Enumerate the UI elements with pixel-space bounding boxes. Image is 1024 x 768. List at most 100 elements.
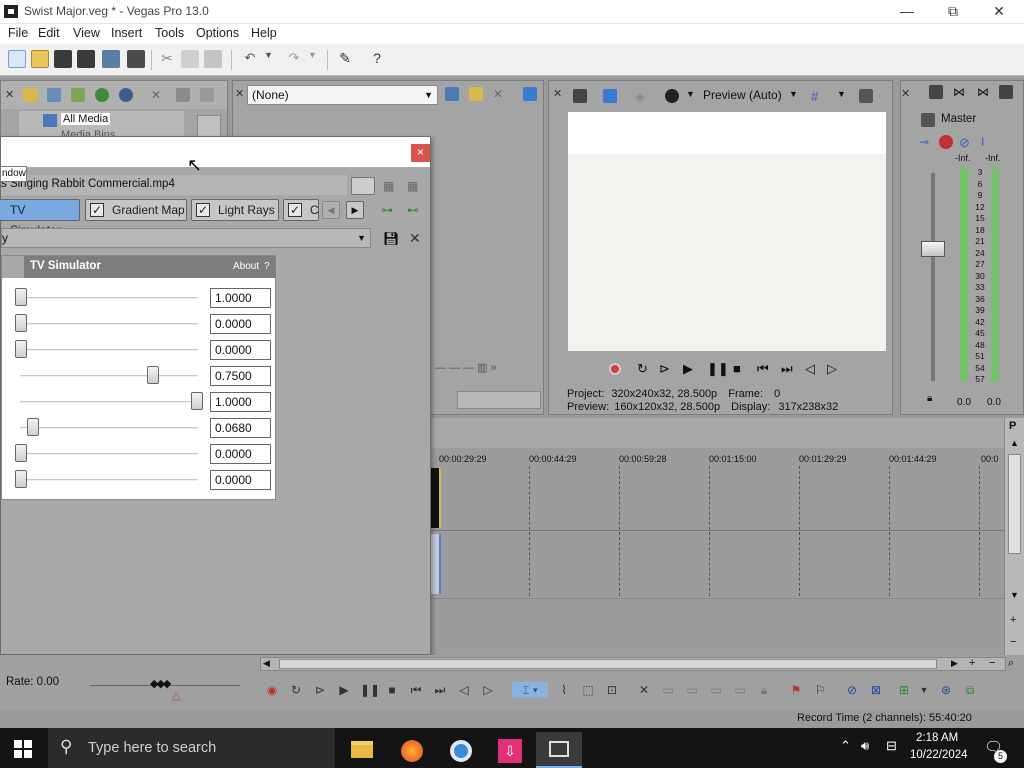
- get-media-icon[interactable]: [71, 88, 85, 102]
- preset-dropdown[interactable]: (None) ▼: [247, 85, 438, 105]
- close-button[interactable]: ✕: [976, 0, 1022, 24]
- menu-file[interactable]: File: [8, 26, 28, 40]
- split-screen-icon[interactable]: ◈: [635, 89, 649, 104]
- save-as-icon[interactable]: [77, 50, 95, 68]
- slider-track[interactable]: [20, 427, 198, 429]
- search-transition-icon[interactable]: [445, 87, 459, 101]
- downmix-icon[interactable]: ⋈: [953, 85, 967, 99]
- enable-snapping-icon[interactable]: ✎: [336, 50, 354, 68]
- go-to-start-icon[interactable]: ⏮: [408, 682, 424, 698]
- checkbox-checked-icon[interactable]: ✓: [90, 203, 104, 217]
- slider-track[interactable]: [20, 323, 198, 325]
- dim-output-icon[interactable]: ⋈: [977, 85, 991, 99]
- chain-tab-partial[interactable]: ✓ C: [283, 199, 319, 221]
- downloader-taskbar-icon[interactable]: ⇩: [487, 732, 533, 768]
- panel-close-icon[interactable]: ✕: [901, 87, 915, 101]
- auto-ripple-icon[interactable]: ⊘: [844, 682, 860, 698]
- chain-scroll-right-icon[interactable]: ▶: [346, 201, 364, 219]
- loop-icon[interactable]: ↻: [637, 361, 648, 377]
- zoom-tool-icon[interactable]: ⌕: [1008, 657, 1014, 670]
- large-grid-view-icon[interactable]: ▦: [407, 179, 421, 193]
- tree-item-all-media[interactable]: All Media: [61, 113, 111, 125]
- menu-view[interactable]: View: [73, 26, 100, 40]
- remove-media-icon[interactable]: ✕: [151, 88, 165, 102]
- audio-event[interactable]: [431, 534, 441, 594]
- cut-icon[interactable]: ✂: [158, 50, 176, 68]
- go-to-start-icon[interactable]: ⏮: [757, 361, 769, 377]
- delete-icon[interactable]: ✕: [636, 682, 652, 698]
- grid-view-icon[interactable]: ▦: [383, 179, 397, 193]
- media-search-icon[interactable]: [119, 88, 133, 102]
- vegas-taskbar-icon[interactable]: [536, 732, 582, 768]
- properties-icon[interactable]: [127, 50, 145, 68]
- new-project-icon[interactable]: [8, 50, 26, 68]
- capture-video-icon[interactable]: [47, 88, 61, 102]
- slider-thumb[interactable]: [191, 392, 203, 410]
- next-frame-icon[interactable]: ▷: [480, 682, 496, 698]
- scroll-right-icon[interactable]: ▶: [951, 658, 958, 669]
- plugin-chooser-icon[interactable]: [469, 87, 483, 101]
- undo-icon[interactable]: ↶: [241, 50, 259, 68]
- minimize-button[interactable]: —: [884, 0, 930, 24]
- slider-thumb[interactable]: [15, 444, 27, 462]
- scroll-left-icon[interactable]: ◀: [263, 658, 270, 669]
- insert-marker-icon[interactable]: ⚑: [788, 682, 804, 698]
- play-from-start-icon[interactable]: ⊳: [659, 361, 670, 377]
- slider-thumb[interactable]: [15, 314, 27, 332]
- pin-icon[interactable]: P: [1009, 420, 1016, 432]
- rate-slider-thumb[interactable]: ◆◆◆: [150, 677, 171, 690]
- slider-thumb[interactable]: [147, 366, 159, 384]
- go-to-end-icon[interactable]: ⏭: [781, 361, 793, 377]
- delete-preset-icon[interactable]: ✕: [409, 230, 423, 246]
- record-icon[interactable]: ◉: [264, 682, 280, 698]
- trim-icon[interactable]: ▭: [660, 682, 676, 698]
- chain-tab-tv-simulator[interactable]: TV Simulator: [0, 199, 80, 237]
- show-hidden-icons[interactable]: ⌃: [840, 738, 851, 754]
- slider-thumb[interactable]: [15, 340, 27, 358]
- pause-icon[interactable]: ❚❚: [360, 682, 380, 698]
- list-view-icon[interactable]: [351, 177, 375, 195]
- zoom-out-icon[interactable]: −: [1010, 636, 1016, 648]
- selection-tool-icon[interactable]: ⬚: [580, 682, 596, 698]
- menu-options[interactable]: Options: [196, 26, 239, 40]
- timeline-horizontal-scrollbar[interactable]: ◀ ▶ + −: [260, 657, 1006, 671]
- scroll-up-icon[interactable]: ▲: [1010, 438, 1019, 448]
- mute-icon[interactable]: ⊘: [959, 135, 973, 150]
- views-icon[interactable]: [200, 88, 214, 102]
- undo-dropdown-icon[interactable]: ▼: [264, 50, 282, 68]
- slider-track[interactable]: [20, 349, 198, 351]
- add-plugin-icon[interactable]: ⊶: [381, 203, 395, 217]
- lock-event-icon[interactable]: 🔒︎: [756, 682, 772, 698]
- checkbox-checked-icon[interactable]: ✓: [288, 203, 302, 217]
- zoom-in-icon[interactable]: +: [1010, 614, 1016, 626]
- pause-icon[interactable]: ❚❚: [707, 361, 729, 377]
- prev-frame-icon[interactable]: ◁: [456, 682, 472, 698]
- dialog-close-button[interactable]: ×: [411, 144, 430, 162]
- clock-date[interactable]: 10/22/2024: [910, 749, 968, 761]
- preset-select[interactable]: y ▼: [1, 228, 371, 248]
- firefox-taskbar-icon[interactable]: [389, 732, 435, 768]
- zoom-in-icon[interactable]: +: [969, 657, 975, 669]
- scroll-thumb[interactable]: [279, 659, 937, 669]
- record-icon[interactable]: [609, 363, 621, 375]
- slider-track[interactable]: [20, 401, 198, 403]
- zoom-out-icon[interactable]: −: [989, 657, 995, 669]
- trim-start-icon[interactable]: ▭: [684, 682, 700, 698]
- master-fx-icon[interactable]: [939, 135, 953, 149]
- play-icon[interactable]: ▶: [683, 361, 693, 377]
- parameter-value-field[interactable]: 1.0000: [210, 392, 271, 412]
- import-media-icon[interactable]: [23, 88, 37, 102]
- network-icon[interactable]: ⊟: [886, 738, 897, 754]
- video-fx-icon[interactable]: [665, 89, 679, 103]
- timeline-vertical-scrollbar[interactable]: P ▲ ▼ + −: [1004, 418, 1024, 676]
- clock-time[interactable]: 2:18 AM: [916, 732, 958, 744]
- taskbar-search-box[interactable]: ⚲ Type here to search: [48, 728, 335, 768]
- parameter-value-field[interactable]: 0.7500: [210, 366, 271, 386]
- next-frame-icon[interactable]: ▷: [827, 361, 837, 377]
- help-link[interactable]: ?: [264, 261, 270, 272]
- insert-region-icon[interactable]: ⚐: [812, 682, 828, 698]
- file-explorer-taskbar-icon[interactable]: [339, 732, 385, 768]
- external-monitor-icon[interactable]: [603, 89, 617, 103]
- remove-icon[interactable]: ✕: [493, 87, 507, 101]
- slider-track[interactable]: [20, 453, 198, 455]
